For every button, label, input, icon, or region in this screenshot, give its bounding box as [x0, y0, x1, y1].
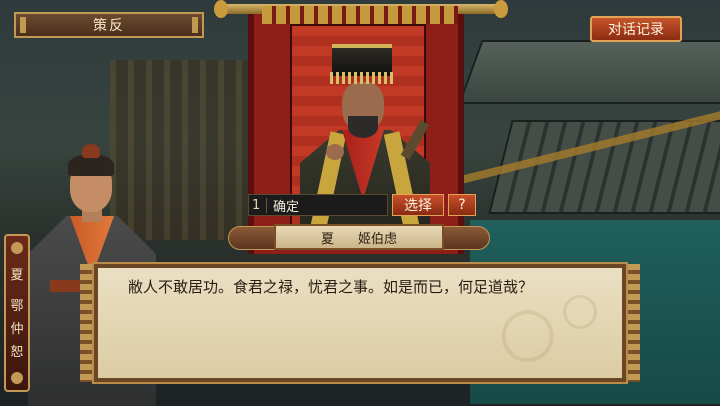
nameplate-plate: 夏 姬伯虑: [274, 224, 444, 250]
speaker-hand: [326, 144, 344, 160]
select-button[interactable]: 选择: [392, 194, 444, 216]
dialogue-text: 敝人不敢居功。食君之禄，忧君之事。如是而已，何足道哉？: [128, 278, 534, 296]
choice-field[interactable]: 1 确定: [248, 194, 388, 216]
speaker-faction: 夏: [320, 231, 334, 247]
choice-number: 1: [249, 197, 267, 213]
tag-ornament-bottom: [11, 372, 23, 384]
help-button[interactable]: ?: [448, 194, 476, 216]
choice-label: 确定: [273, 199, 300, 215]
banner-knob-right: [494, 0, 508, 18]
nameplate-ornament-left: [228, 226, 280, 250]
background-roof: [458, 40, 720, 104]
character-name-char: 仲: [10, 322, 24, 337]
dialogue-box[interactable]: 敝人不敢居功。食君之禄，忧君之事。如是而已，何足道哉？: [92, 262, 628, 384]
banner-fringe: [262, 6, 458, 24]
nameplate-ornament-right: [438, 226, 490, 250]
speaker-beard: [348, 116, 378, 138]
character-name-tag: 夏 鄂 仲 恕: [4, 234, 30, 392]
character-name: 鄂 仲 恕: [10, 295, 23, 360]
banner-knob-left: [214, 0, 228, 18]
page-title: 策反: [14, 12, 204, 38]
character-faction: 夏: [10, 268, 24, 283]
dialogue-log-button[interactable]: 对话记录: [590, 16, 682, 42]
character-topknot: [82, 144, 100, 158]
speaker-name: 姬伯虑: [358, 231, 398, 247]
character-name-char: 恕: [10, 345, 24, 360]
speaker-crown-fringe: [330, 72, 394, 84]
speaker-nameplate: 夏 姬伯虑: [228, 222, 490, 252]
character-name-char: 鄂: [10, 299, 24, 314]
tag-ornament-top: [11, 242, 23, 254]
